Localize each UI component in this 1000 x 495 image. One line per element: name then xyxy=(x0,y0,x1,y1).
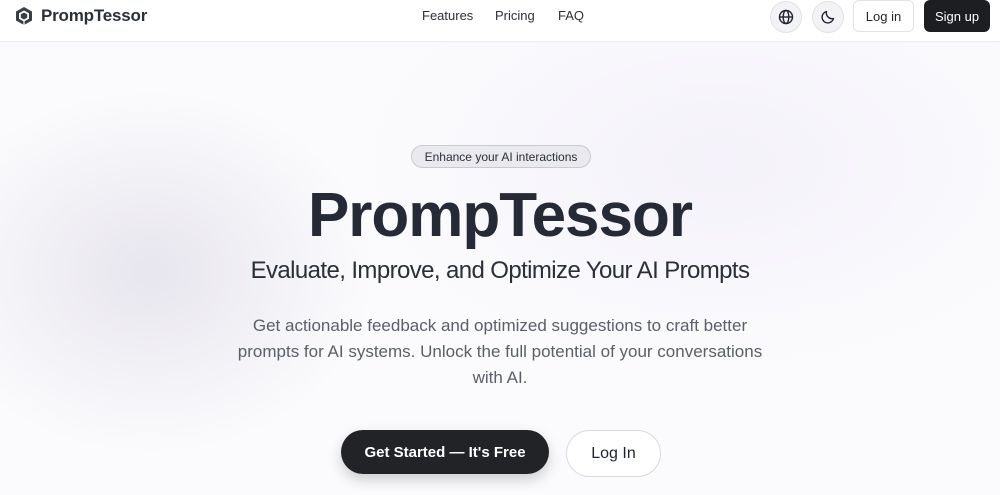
hero-subtitle: Evaluate, Improve, and Optimize Your AI … xyxy=(250,257,750,284)
brand-link[interactable]: PrompTessor xyxy=(14,6,147,26)
hero-login-button[interactable]: Log In xyxy=(566,430,661,477)
top-navbar: PrompTessor Features Pricing FAQ Log in … xyxy=(0,0,1000,42)
nav-link-features[interactable]: Features xyxy=(422,8,473,23)
get-started-button[interactable]: Get Started — It's Free xyxy=(341,430,549,474)
hero-description: Get actionable feedback and optimized su… xyxy=(237,316,763,387)
brand-name: PrompTessor xyxy=(41,6,148,25)
language-button[interactable] xyxy=(770,1,802,33)
header-login-button[interactable]: Log in xyxy=(853,0,914,32)
main-nav: Features Pricing FAQ xyxy=(0,8,1000,26)
globe-icon xyxy=(778,9,794,25)
theme-toggle-button[interactable] xyxy=(812,1,844,33)
brand-logo-icon xyxy=(16,7,32,25)
hero-section: Enhance your AI interactions PrompTessor… xyxy=(0,42,1000,495)
moon-icon xyxy=(821,10,835,24)
nav-link-faq[interactable]: FAQ xyxy=(558,8,584,23)
hero-badge: Enhance your AI interactions xyxy=(411,145,591,168)
hero-title: PrompTessor xyxy=(307,181,693,250)
header-signup-button[interactable]: Sign up xyxy=(924,0,990,32)
nav-link-pricing[interactable]: Pricing xyxy=(495,8,535,23)
